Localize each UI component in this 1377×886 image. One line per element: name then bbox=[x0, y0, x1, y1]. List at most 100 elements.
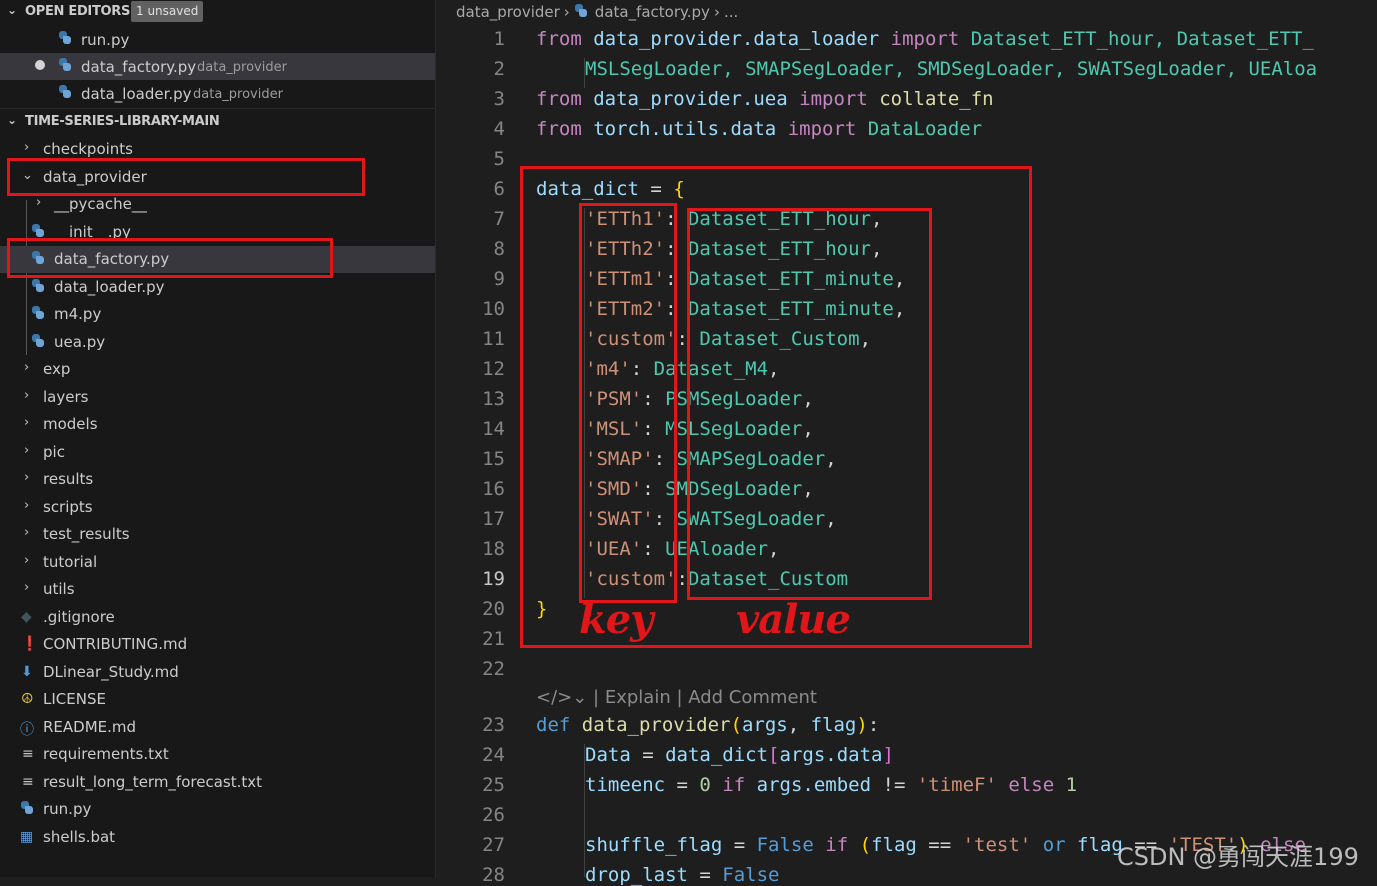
chevron-right-icon: › bbox=[24, 470, 30, 485]
tree-file[interactable]: ⓘ README.md bbox=[0, 714, 435, 741]
breadcrumb-folder[interactable]: data_provider bbox=[456, 3, 560, 21]
python-file-icon bbox=[31, 279, 45, 297]
tree-file[interactable]: ≡ result_long_term_forecast.txt bbox=[0, 769, 435, 796]
line-number: 20 bbox=[482, 598, 505, 620]
line-number: 15 bbox=[482, 448, 505, 470]
chevron-down-icon: ⌄ bbox=[7, 3, 18, 17]
tree-label: utils bbox=[43, 580, 75, 598]
chevron-right-icon: › bbox=[24, 498, 30, 513]
codelens[interactable]: </>⌄ | Explain | Add Comment bbox=[536, 687, 817, 708]
open-editor-item[interactable]: run.py bbox=[0, 26, 435, 53]
code-icon: </>⌄ bbox=[536, 687, 588, 708]
open-editors-header[interactable]: ⌄ OPEN EDITORS 1 unsaved bbox=[0, 0, 435, 24]
breadcrumb: data_provider › data_factory.py ›... bbox=[456, 3, 738, 21]
line-number: 14 bbox=[482, 418, 505, 440]
tree-file[interactable]: data_loader.py bbox=[0, 274, 435, 301]
code-line: from torch.utils.data import DataLoader bbox=[536, 118, 983, 140]
line-number: 21 bbox=[482, 628, 505, 650]
tree-folder[interactable]: › layers bbox=[0, 384, 435, 411]
unsaved-dot-icon[interactable] bbox=[35, 60, 45, 70]
tree-label: m4.py bbox=[54, 305, 102, 323]
line-number: 10 bbox=[482, 298, 505, 320]
code-line: MSLSegLoader, SMAPSegLoader, SMDSegLoade… bbox=[585, 58, 1318, 80]
chevron-right-icon: › bbox=[24, 443, 30, 458]
open-editor-name: data_factory.py bbox=[81, 58, 197, 76]
line-number: 18 bbox=[482, 538, 505, 560]
tree-folder[interactable]: › pic bbox=[0, 439, 435, 466]
line-number: 23 bbox=[482, 714, 505, 736]
workspace-header[interactable]: ⌄ TIME-SERIES-LIBRARY-MAIN bbox=[0, 110, 435, 134]
open-editors-title: OPEN EDITORS bbox=[25, 4, 131, 19]
annotation-box-keys bbox=[579, 203, 677, 603]
explorer-sidebar: ⌄ OPEN EDITORS 1 unsaved run.py data_fac… bbox=[0, 0, 436, 877]
tree-folder[interactable]: › models bbox=[0, 411, 435, 438]
tree-file[interactable]: ≡ requirements.txt bbox=[0, 741, 435, 768]
line-number: 17 bbox=[482, 508, 505, 530]
line-number: 2 bbox=[493, 58, 505, 80]
tree-label: layers bbox=[43, 388, 89, 406]
line-number: 6 bbox=[493, 178, 505, 200]
tree-file[interactable]: ☮ LICENSE bbox=[0, 686, 435, 713]
tree-file[interactable]: ❗ CONTRIBUTING.md bbox=[0, 631, 435, 658]
tree-label: pic bbox=[43, 443, 65, 461]
tree-label: checkpoints bbox=[43, 140, 133, 158]
code-line: timeenc = 0 if args.embed != 'timeF' els… bbox=[585, 774, 1078, 796]
tree-file[interactable]: run.py bbox=[0, 796, 435, 823]
line-number: 3 bbox=[493, 88, 505, 110]
code-line: def data_provider(args, flag): bbox=[536, 714, 880, 736]
open-editor-item[interactable]: data_loader.py data_provider bbox=[0, 80, 435, 107]
tree-label: requirements.txt bbox=[43, 745, 169, 763]
python-file-icon bbox=[31, 306, 45, 324]
code-line: from data_provider.data_loader import Da… bbox=[536, 28, 1314, 50]
chevron-down-icon: ⌄ bbox=[7, 113, 18, 127]
tree-label: scripts bbox=[43, 498, 93, 516]
annotation-box-folder bbox=[7, 158, 365, 196]
text-file-icon: ≡ bbox=[22, 774, 34, 790]
line-number: 9 bbox=[493, 268, 505, 290]
tree-folder[interactable]: › scripts bbox=[0, 494, 435, 521]
chevron-right-icon: › bbox=[24, 525, 30, 540]
open-editor-item[interactable]: data_factory.py data_provider bbox=[0, 53, 435, 80]
ribbon-icon: ❗ bbox=[21, 636, 39, 652]
text-file-icon: ≡ bbox=[22, 746, 34, 762]
tree-file[interactable]: ⬇ DLinear_Study.md bbox=[0, 659, 435, 686]
tree-file[interactable]: ◆ .gitignore bbox=[0, 604, 435, 631]
tree-folder[interactable]: › tutorial bbox=[0, 549, 435, 576]
unsaved-badge: 1 unsaved bbox=[131, 1, 204, 22]
code-line: Data = data_dict[args.data] bbox=[585, 744, 894, 766]
tree-folder[interactable]: › results bbox=[0, 466, 435, 493]
line-number: 4 bbox=[493, 118, 505, 140]
annotation-value-label: value bbox=[736, 596, 851, 643]
git-icon: ◆ bbox=[21, 609, 32, 625]
tree-label: shells.bat bbox=[43, 828, 116, 846]
windows-icon: ▦ bbox=[20, 829, 34, 845]
tree-folder[interactable]: › utils bbox=[0, 576, 435, 603]
tree-folder[interactable]: › exp bbox=[0, 356, 435, 383]
tree-file[interactable]: uea.py bbox=[0, 329, 435, 356]
tree-file[interactable]: m4.py bbox=[0, 301, 435, 328]
tree-folder[interactable]: › test_results bbox=[0, 521, 435, 548]
tree-label: tutorial bbox=[43, 553, 98, 571]
codelens-actions[interactable]: | Explain | Add Comment bbox=[593, 687, 817, 708]
chevron-right-icon: › bbox=[713, 3, 720, 21]
chevron-right-icon: › bbox=[24, 415, 30, 430]
python-file-icon bbox=[58, 31, 72, 49]
breadcrumb-file[interactable]: data_factory.py bbox=[595, 3, 710, 21]
tree-label: DLinear_Study.md bbox=[43, 663, 179, 681]
breadcrumb-symbol[interactable]: ... bbox=[724, 3, 738, 21]
tree-file[interactable]: ▦ shells.bat bbox=[0, 824, 435, 851]
tree-label: LICENSE bbox=[43, 690, 106, 708]
line-number: 7 bbox=[493, 208, 505, 230]
open-editor-name: data_loader.py bbox=[81, 85, 192, 103]
tree-label: exp bbox=[43, 360, 71, 378]
workspace-title: TIME-SERIES-LIBRARY-MAIN bbox=[25, 114, 220, 129]
tree-label: uea.py bbox=[54, 333, 106, 351]
tree-label: models bbox=[43, 415, 98, 433]
tree-label: result_long_term_forecast.txt bbox=[43, 773, 263, 791]
chevron-right-icon: › bbox=[24, 140, 30, 155]
code-editor[interactable]: data_provider › data_factory.py ›... 1 2 3 … bbox=[436, 0, 1377, 886]
line-number: 1 bbox=[493, 28, 505, 50]
annotation-key-label: key bbox=[579, 596, 653, 643]
chevron-right-icon: › bbox=[24, 388, 30, 403]
line-number: 5 bbox=[493, 148, 505, 170]
